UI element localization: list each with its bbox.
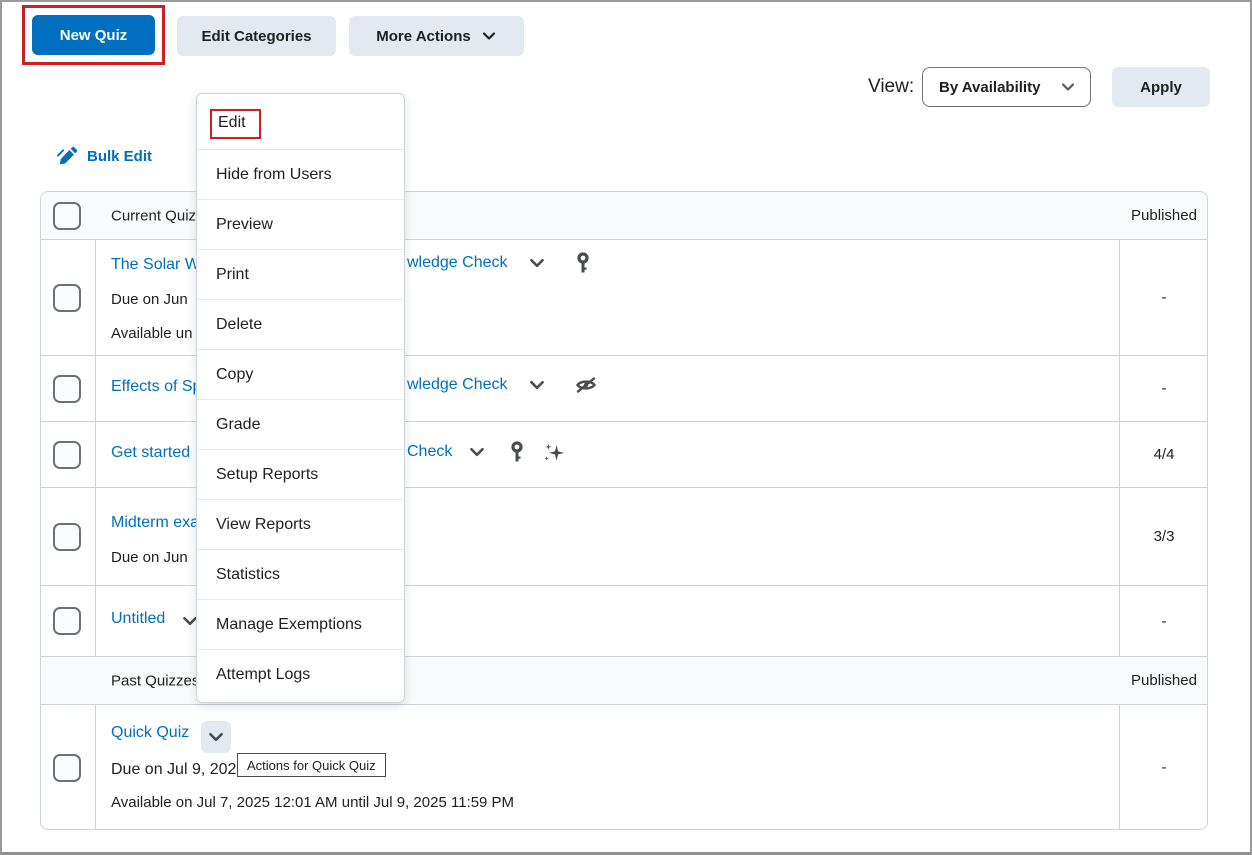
published-count: 4/4 <box>1153 446 1175 463</box>
quiz-due-date: Due on Jun <box>111 291 188 308</box>
published-header-label: Published <box>1131 207 1197 224</box>
past-quizzes-header-label: Past Quizzes <box>111 672 200 689</box>
view-select[interactable]: By Availability <box>922 67 1091 107</box>
annotation-highlight-edit: Edit <box>210 109 261 139</box>
row-checkbox[interactable] <box>53 283 81 312</box>
key-icon <box>574 252 592 274</box>
quiz-title-link[interactable]: The Solar W <box>111 256 200 274</box>
table-row: Quick Quiz Actions for Quick Quiz Due on… <box>41 704 1207 830</box>
quiz-context-menu: Edit Hide from Users Preview Print Delet… <box>196 93 405 703</box>
chevron-down-icon <box>1060 79 1076 95</box>
quiz-availability: Available un <box>111 325 193 342</box>
key-icon <box>508 441 526 463</box>
menu-item-setup-reports[interactable]: Setup Reports <box>197 449 404 499</box>
quiz-due-date: Due on Jun <box>111 549 188 566</box>
quiz-actions-button[interactable] <box>201 721 231 753</box>
pencil-icon <box>57 146 78 167</box>
row-checkbox[interactable] <box>53 607 81 635</box>
bulk-edit-label: Bulk Edit <box>87 148 153 165</box>
quiz-title-link[interactable]: wledge Check <box>407 376 508 394</box>
menu-item-delete[interactable]: Delete <box>197 299 404 349</box>
quiz-title-right-fragment: wledge Check <box>407 252 592 274</box>
menu-item-preview[interactable]: Preview <box>197 199 404 249</box>
annotation-highlight-new-quiz: New Quiz <box>22 5 165 65</box>
quiz-title-right-fragment: wledge Check <box>407 374 598 396</box>
published-count: - <box>1161 612 1167 630</box>
quiz-availability: Available on Jul 7, 2025 12:01 AM until … <box>111 794 515 811</box>
published-count: 3/3 <box>1153 528 1175 545</box>
menu-item-grade[interactable]: Grade <box>197 399 404 449</box>
menu-item-print[interactable]: Print <box>197 249 404 299</box>
more-actions-button[interactable]: More Actions <box>349 16 524 56</box>
menu-item-statistics[interactable]: Statistics <box>197 549 404 599</box>
row-checkbox[interactable] <box>53 753 81 782</box>
sparkles-icon <box>542 440 566 464</box>
quiz-title-link[interactable]: Quick Quiz <box>111 724 189 742</box>
view-label: View: <box>868 76 915 97</box>
menu-item-manage-exemptions[interactable]: Manage Exemptions <box>197 599 404 649</box>
chevron-down-icon[interactable] <box>528 254 546 272</box>
chevron-down-icon <box>207 728 225 746</box>
row-checkbox[interactable] <box>53 440 81 469</box>
quiz-title-link[interactable]: Effects of Sp <box>111 378 201 396</box>
row-checkbox[interactable] <box>53 374 81 403</box>
new-quiz-button[interactable]: New Quiz <box>32 15 155 55</box>
chevron-down-icon[interactable] <box>468 443 486 461</box>
menu-item-copy[interactable]: Copy <box>197 349 404 399</box>
quiz-title-link[interactable]: Check <box>407 443 452 461</box>
menu-item-view-reports[interactable]: View Reports <box>197 499 404 549</box>
quiz-title-link[interactable]: Midterm exa <box>111 514 199 532</box>
edit-categories-button[interactable]: Edit Categories <box>177 16 336 56</box>
menu-item-hide-from-users[interactable]: Hide from Users <box>197 149 404 199</box>
view-select-value: By Availability <box>939 78 1041 96</box>
quiz-title-link[interactable]: Get started <box>111 444 190 462</box>
hidden-eye-icon <box>574 374 598 396</box>
current-quizzes-header-label: Current Quizz <box>111 207 204 224</box>
published-header-label: Published <box>1131 672 1197 689</box>
menu-item-attempt-logs[interactable]: Attempt Logs <box>197 649 404 699</box>
quiz-title-right-fragment: Check <box>407 440 566 464</box>
chevron-down-icon <box>481 28 497 44</box>
quiz-title-link[interactable]: wledge Check <box>407 254 508 272</box>
more-actions-label: More Actions <box>376 27 471 45</box>
chevron-down-icon[interactable] <box>528 376 546 394</box>
menu-item-edit[interactable]: Edit <box>197 99 404 149</box>
quiz-due-date: Due on Jul 9, 202 <box>111 761 237 778</box>
bulk-edit-link[interactable]: Bulk Edit <box>57 146 152 167</box>
select-all-checkbox[interactable] <box>53 201 81 230</box>
apply-button[interactable]: Apply <box>1112 67 1210 107</box>
quiz-title-link[interactable]: Untitled <box>111 610 165 628</box>
actions-tooltip: Actions for Quick Quiz <box>237 753 386 777</box>
row-checkbox[interactable] <box>53 522 81 551</box>
published-count: - <box>1161 759 1167 776</box>
published-count: - <box>1161 289 1167 306</box>
published-count: - <box>1161 380 1167 397</box>
